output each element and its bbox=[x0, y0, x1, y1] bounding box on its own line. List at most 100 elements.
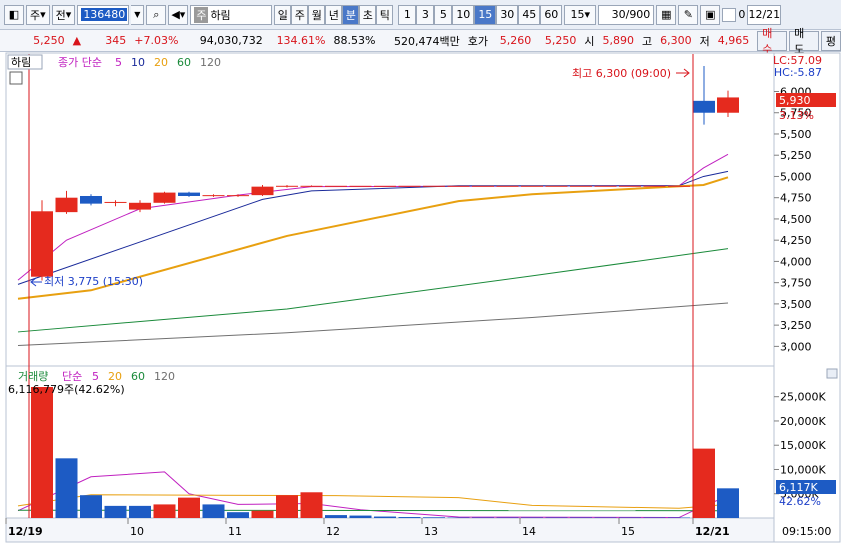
stock-name-field[interactable]: 주하림 bbox=[190, 5, 272, 25]
bid-label: 호가 bbox=[464, 33, 492, 49]
candle-body bbox=[570, 186, 592, 187]
interval-button-60[interactable]: 60 bbox=[540, 5, 562, 25]
window-layout-icon[interactable]: ◧ bbox=[4, 5, 24, 25]
interval-button-1[interactable]: 1 bbox=[398, 5, 416, 25]
interval-button-15[interactable]: 15 bbox=[474, 5, 496, 25]
open-label: 시 bbox=[580, 33, 598, 49]
price-tick-label: 3,250 bbox=[780, 319, 812, 332]
volume-info: 6,116,779주(42.62%) bbox=[8, 383, 125, 396]
ma-legend-120: 120 bbox=[200, 56, 221, 69]
ma-legend-5: 5 bbox=[115, 56, 122, 69]
interval-button-45[interactable]: 45 bbox=[518, 5, 540, 25]
main-toolbar: ◧ 주▾ 전▾ 136480 ▼ ⌕ ◀▾ 주하림 일주월년분초틱 135101… bbox=[0, 0, 841, 30]
candle-body bbox=[619, 186, 641, 187]
date-tick-label: 12 bbox=[326, 525, 340, 538]
volume-bar bbox=[276, 495, 298, 518]
stock-code-input[interactable]: 136480 bbox=[77, 5, 129, 25]
ma-legend-10: 10 bbox=[131, 56, 145, 69]
current-price-badge-text: 5,930 bbox=[779, 94, 811, 107]
quote-bar: 5,250 ▲ 345 +7.03% 94,030,732 134.61% 88… bbox=[0, 30, 841, 52]
price-panel-frame bbox=[6, 53, 774, 366]
current-price: 5,250 bbox=[0, 34, 69, 47]
volume-bar bbox=[56, 458, 78, 518]
high-label: 고 bbox=[638, 33, 656, 49]
low-annotation: 최저 3,775 (15:30) bbox=[44, 275, 143, 288]
candle-body bbox=[448, 186, 470, 187]
price-tick-label: 5,500 bbox=[780, 128, 812, 141]
period-select[interactable]: 전▾ bbox=[52, 5, 76, 25]
checkbox[interactable] bbox=[722, 8, 736, 22]
page-info-field[interactable]: 30/900 bbox=[598, 5, 654, 25]
candle-body bbox=[546, 186, 568, 187]
ask-price: 5,260 bbox=[492, 34, 535, 47]
volume-bar bbox=[252, 511, 274, 518]
interval-select[interactable]: 15▾ bbox=[564, 5, 596, 25]
candle-body bbox=[325, 186, 347, 187]
candlestick-chart[interactable]: 6,0005,7505,5005,2505,0004,7504,5004,250… bbox=[0, 52, 841, 544]
tab-2[interactable]: 월 bbox=[308, 5, 325, 25]
time-readout: 09:15:00 bbox=[782, 525, 831, 538]
volume-pct: 42.62% bbox=[779, 495, 821, 508]
volume-bar bbox=[399, 517, 421, 518]
turnover: 88.53% bbox=[330, 34, 380, 47]
period-tabs: 일주월년분초틱 bbox=[274, 5, 393, 25]
volume-ma-legend-5: 5 bbox=[92, 370, 99, 383]
price-tick-label: 3,000 bbox=[780, 340, 812, 353]
zero-label: 0 bbox=[738, 8, 745, 21]
interval-button-10[interactable]: 10 bbox=[452, 5, 474, 25]
volume-bar bbox=[129, 506, 151, 518]
price-tick-label: 4,250 bbox=[780, 234, 812, 247]
bid-price: 5,250 bbox=[535, 34, 580, 47]
date-tick-label: 11 bbox=[228, 525, 242, 538]
save-icon[interactable]: ▣ bbox=[700, 5, 720, 25]
price-tick-label: 4,000 bbox=[780, 255, 812, 268]
code-dropdown-icon[interactable]: ▼ bbox=[131, 5, 144, 25]
table-icon[interactable] bbox=[10, 72, 22, 84]
price-panel-stock-label: 하림 bbox=[11, 55, 31, 69]
price-change: 345 bbox=[85, 34, 130, 47]
tab-4[interactable]: 분 bbox=[342, 5, 359, 25]
tab-0[interactable]: 일 bbox=[274, 5, 291, 25]
candle-body bbox=[154, 193, 176, 203]
hc-value: HC:-5.87 bbox=[774, 66, 822, 79]
interval-button-5[interactable]: 5 bbox=[434, 5, 452, 25]
draw-tool-icon[interactable]: ✎ bbox=[678, 5, 698, 25]
volume-tick-label: 20,000K bbox=[780, 415, 826, 428]
volume-bar bbox=[374, 517, 396, 518]
candle-body bbox=[350, 186, 372, 187]
volume-badge-text: 6,117K bbox=[779, 481, 818, 494]
sell-button[interactable]: 매도 bbox=[789, 31, 819, 51]
tab-3[interactable]: 년 bbox=[325, 5, 342, 25]
date-tick-label: 14 bbox=[522, 525, 536, 538]
chart-area[interactable]: 6,0005,7505,5005,2505,0004,7504,5004,250… bbox=[0, 52, 841, 544]
interval-button-3[interactable]: 3 bbox=[416, 5, 434, 25]
speaker-icon[interactable]: ◀▾ bbox=[168, 5, 188, 25]
tab-1[interactable]: 주 bbox=[291, 5, 308, 25]
grid-icon[interactable]: ▦ bbox=[656, 5, 676, 25]
candle-body bbox=[129, 203, 151, 210]
buy-button[interactable]: 매수 bbox=[757, 31, 787, 51]
date-value: 12/21 bbox=[748, 8, 780, 21]
trade-amount: 520,474백만 bbox=[379, 33, 463, 49]
interval-button-30[interactable]: 30 bbox=[496, 5, 518, 25]
candle-body bbox=[105, 202, 127, 203]
volume-ratio: 134.61% bbox=[267, 34, 330, 47]
current-price-pct: 3.13% bbox=[779, 109, 814, 122]
panel-collapse-icon[interactable] bbox=[827, 369, 837, 378]
candle-body bbox=[276, 186, 298, 187]
stock-name: 하림 bbox=[210, 7, 230, 23]
search-icon[interactable]: ⌕ bbox=[146, 5, 166, 25]
tab-6[interactable]: 틱 bbox=[376, 5, 393, 25]
tab-5[interactable]: 초 bbox=[359, 5, 376, 25]
eval-button[interactable]: 평 bbox=[821, 31, 841, 51]
candle-body bbox=[595, 186, 617, 187]
candle-body bbox=[521, 186, 543, 187]
date-field[interactable]: 12/21 bbox=[747, 5, 781, 25]
high-price: 6,300 bbox=[656, 34, 696, 47]
date-tick-label: 10 bbox=[130, 525, 144, 538]
candle-body bbox=[399, 186, 421, 187]
volume-ma-legend-20: 20 bbox=[108, 370, 122, 383]
price-tick-label: 4,750 bbox=[780, 192, 812, 205]
market-type-select[interactable]: 주▾ bbox=[26, 5, 50, 25]
candle-body bbox=[374, 186, 396, 187]
